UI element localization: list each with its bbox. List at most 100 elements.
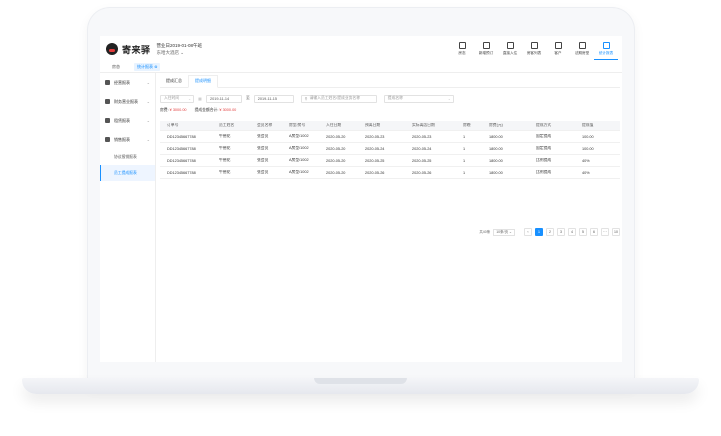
sidebar-item-2[interactable]: 租赁报表 ⌄ xyxy=(100,111,155,130)
column-header[interactable]: 房晚 xyxy=(456,123,482,128)
table-cell: 牛德花 xyxy=(219,134,231,138)
tab-statistics[interactable]: 统计报表 ⊗ xyxy=(134,63,161,71)
column-header[interactable]: 会员名称 xyxy=(250,123,282,128)
start-date-input[interactable]: 2019-11-14 xyxy=(206,94,242,103)
subtab-0[interactable]: 提成汇总 xyxy=(160,78,188,87)
table-cell: 2020-05-25 xyxy=(365,158,385,163)
table-cell: 固定提成 xyxy=(536,146,552,150)
date-type-select[interactable]: 入住时间 ⌄ xyxy=(160,94,194,103)
finance-icon xyxy=(105,99,110,104)
summary-bar: 房费: ¥ 3000.00 提成金额合计: ¥ 3000.00 xyxy=(160,108,244,113)
sidebar-item-1[interactable]: 财务营业报表 ⌄ xyxy=(100,92,155,111)
page-button-last[interactable]: 10 xyxy=(612,228,620,236)
table-cell: A房型/1002 xyxy=(289,146,309,150)
nav-item-4[interactable]: 客户 xyxy=(546,38,570,60)
table-cell: 2020-05-20 xyxy=(326,146,346,151)
page-button[interactable]: 5 xyxy=(579,228,587,236)
page-tabstrip: 房态 统计报表 ⊗ xyxy=(100,62,622,73)
page-button[interactable]: 3 xyxy=(557,228,565,236)
table-cell: 2020-05-23 xyxy=(365,134,385,139)
nav-item-label: 法期房型 xyxy=(574,51,590,55)
room-fee-label: 房费: xyxy=(160,108,169,112)
column-header[interactable]: 入住日期 xyxy=(319,123,358,128)
main-content: 提成汇总 提成明细 入住时间 ⌄ ▦ 2019-11-14 至 2019-11-1… xyxy=(160,74,620,362)
page-button[interactable]: 4 xyxy=(568,228,576,236)
nav-item-label: 直接入住 xyxy=(502,51,518,55)
table-row[interactable]: DD12345667788 牛德花 张会员 A房型/1002 2020-05-20 202… xyxy=(160,167,620,179)
table-cell: 1 xyxy=(463,158,466,163)
table-cell: 1 xyxy=(463,134,466,139)
chevron-down-icon: ⌄ xyxy=(146,80,150,85)
edit-icon xyxy=(482,42,490,49)
sidebar-item-label: 经营报表 xyxy=(114,79,130,85)
chart-icon xyxy=(602,41,610,49)
table-cell: 张会员 xyxy=(257,146,269,150)
table-cell: 牛德花 xyxy=(219,146,231,150)
sidebar-subitem-0[interactable]: 协议报销报表 xyxy=(100,149,155,165)
table-cell: 1800.00 xyxy=(489,158,503,163)
subtab-1[interactable]: 提成明细 xyxy=(188,74,218,88)
table-cell: 2020-05-25 xyxy=(412,158,432,163)
table-cell: 1800.00 xyxy=(489,146,503,151)
sidebar-subitem-1[interactable]: 员工提成报表 xyxy=(100,165,155,181)
nav-item-0[interactable]: 房态 xyxy=(450,38,474,60)
room-fee-value: ¥ 3000.00 xyxy=(169,108,187,112)
commission-type-select[interactable]: 提成名称 ⌄ xyxy=(383,94,454,103)
table-row[interactable]: DD12345667788 牛德花 张会员 A房型/1002 2020-05-20 202… xyxy=(160,143,620,155)
filter-bar: 入住时间 ⌄ ▦ 2019-11-14 至 2019-11-15 ⚲ 请输入员工… xyxy=(160,94,454,103)
sidebar: 经营报表 ⌄ 财务营业报表 ⌄ 租赁报表 ⌄ 销售报表 ⌄ 协议报销报表 员工提成报表 xyxy=(100,73,156,362)
table-cell: 2020-05-26 xyxy=(412,170,432,175)
table-cell: DD12345667788 xyxy=(167,134,196,139)
column-header[interactable]: 房费(元) xyxy=(482,123,529,128)
sidebar-item-label: 租赁报表 xyxy=(114,117,130,123)
column-header[interactable]: 提成值 xyxy=(575,123,620,128)
column-header[interactable]: 提成方式 xyxy=(529,123,575,128)
nav-item-label: 房态 xyxy=(458,51,466,55)
column-header[interactable]: 房型/房号 xyxy=(282,123,319,128)
monitor-icon xyxy=(458,42,466,49)
table-cell: 固定提成 xyxy=(536,134,552,138)
search-input[interactable]: ⚲ 请输入员工姓名/提成业务名称 xyxy=(300,94,377,103)
column-header[interactable]: 预离日期 xyxy=(358,123,405,128)
page-button[interactable]: 6 xyxy=(590,228,598,236)
page-size-select[interactable]: 10条/页 ⌄ xyxy=(493,228,515,236)
column-header[interactable]: 员工姓名 xyxy=(212,123,250,128)
nav-item-2[interactable]: 直接入住 xyxy=(498,38,522,60)
logo[interactable]: 寄来驿 xyxy=(106,43,151,56)
table-row[interactable]: DD12345667788 牛德花 张会员 A房型/1002 2020-05-20 202… xyxy=(160,155,620,167)
nav-item-5[interactable]: 法期房型 xyxy=(570,38,594,60)
date-range-separator: 至 xyxy=(246,96,250,100)
table-row[interactable]: DD12345667788 牛德花 张会员 A房型/1002 2020-05-20 202… xyxy=(160,131,620,143)
business-info: 营业日2019-01-08午班 东哈大酒店 ⌄ xyxy=(157,42,203,56)
chevron-down-icon: ⌄ xyxy=(146,137,150,142)
commission-total-value: ¥ 3000.00 xyxy=(219,108,237,112)
business-date: 营业日2019-01-08午班 xyxy=(156,43,203,48)
page-button[interactable]: 2 xyxy=(546,228,554,236)
end-date-input[interactable]: 2019-11-15 xyxy=(253,94,294,103)
sidebar-item-0[interactable]: 经营报表 ⌄ xyxy=(100,73,155,92)
store-selector[interactable]: 东哈大酒店 ⌄ xyxy=(157,49,203,56)
calendar-icon xyxy=(578,42,586,49)
prev-page-button[interactable]: ‹ xyxy=(524,228,532,236)
logo-text: 寄来驿 xyxy=(122,44,151,55)
column-header[interactable]: 实际离店日期 xyxy=(405,123,456,128)
pagination-ellipsis[interactable]: ··· xyxy=(601,228,609,236)
table-cell: 张会员 xyxy=(257,134,269,138)
table-cell: DD12345667788 xyxy=(167,170,196,175)
report-icon xyxy=(105,80,110,85)
tab-home[interactable]: 房态 xyxy=(112,64,120,70)
column-header[interactable]: 订单号 xyxy=(160,123,212,128)
table-cell: 1 xyxy=(463,170,466,175)
nav-item-3[interactable]: 房客列表 xyxy=(522,38,546,60)
report-subtabs: 提成汇总 提成明细 xyxy=(160,74,620,88)
table-cell: 牛德花 xyxy=(219,170,231,174)
sidebar-item-3[interactable]: 销售报表 ⌄ xyxy=(100,130,155,149)
nav-item-1[interactable]: 新增预订 xyxy=(474,38,498,60)
chevron-down-icon: ⌄ xyxy=(447,96,451,101)
nav-item-6[interactable]: 统计报表 xyxy=(594,38,618,60)
table-cell: 2020-05-24 xyxy=(412,146,432,151)
table-cell: 100.00 xyxy=(582,146,594,151)
page-button[interactable]: 1 xyxy=(535,228,543,236)
nav-item-label: 房客列表 xyxy=(526,51,542,55)
table-cell: A房型/1002 xyxy=(289,170,309,174)
